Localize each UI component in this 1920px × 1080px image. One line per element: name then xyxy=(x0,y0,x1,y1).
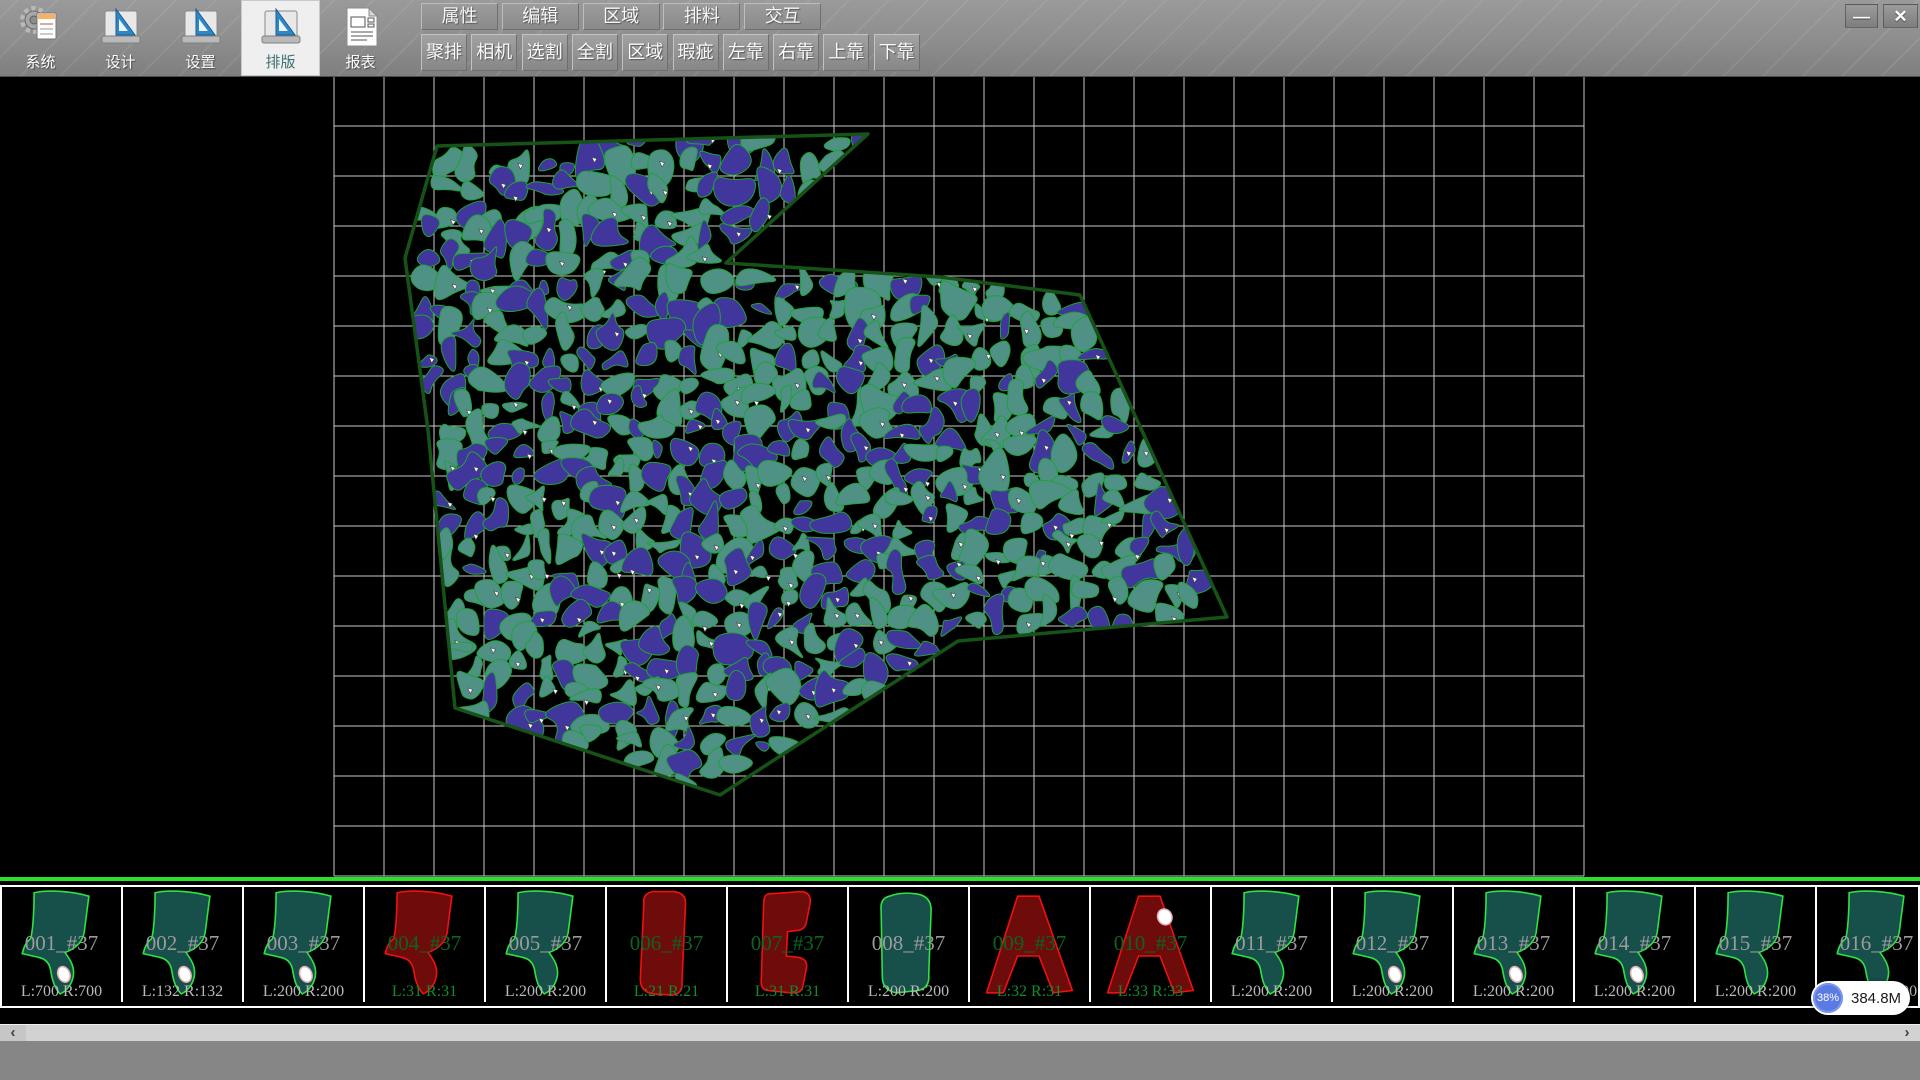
minimize-button[interactable]: — xyxy=(1845,4,1878,28)
piece-quantity: L:32 R:31 xyxy=(970,983,1089,1001)
ruler-icon xyxy=(177,3,225,53)
thumbnail-cell[interactable]: 012_#37 L:200 R:200 xyxy=(1333,887,1454,1002)
close-button[interactable]: ✕ xyxy=(1883,4,1918,28)
toolbar-button-3[interactable]: 设置 xyxy=(161,0,240,76)
menu-tab-5[interactable]: 交互 xyxy=(744,3,821,30)
piece-name: 003_#37 xyxy=(244,931,363,956)
thumbnail-cell[interactable]: 007_#37 L:31 R:31 xyxy=(728,887,849,1002)
piece-name: 013_#37 xyxy=(1454,931,1573,956)
menu-tab-3[interactable]: 区域 xyxy=(583,3,660,30)
thumbnail-cell[interactable]: 004_#37 L:31 R:31 xyxy=(365,887,486,1002)
piece-name: 002_#37 xyxy=(123,931,242,956)
tool-button-5[interactable]: 区域 xyxy=(622,34,668,71)
piece-quantity: L:132 R:132 xyxy=(123,983,242,1001)
piece-name: 010_#37 xyxy=(1091,931,1210,956)
nested-pieces xyxy=(401,118,1216,791)
piece-quantity: L:31 R:31 xyxy=(728,983,847,1001)
tool-button-6[interactable]: 瑕疵 xyxy=(673,34,719,71)
tool-button-4[interactable]: 全割 xyxy=(572,34,618,71)
thumbnail-cell[interactable]: 006_#37 L:21 R:21 xyxy=(607,887,728,1002)
toolbar-button-label: 设置 xyxy=(185,53,215,73)
status-bar xyxy=(0,1041,1920,1080)
toolbar-button-1[interactable]: 系统 xyxy=(1,0,80,76)
piece-quantity: L:200 R:200 xyxy=(1575,983,1694,1001)
piece-quantity: L:33 R:33 xyxy=(1091,983,1210,1001)
piece-quantity: L:200 R:200 xyxy=(849,983,968,1001)
toolbar-button-label: 报表 xyxy=(345,53,375,73)
toolbar: 系统 设计 设置 排版 报表 属性编辑区域排料交互聚排相机选割全割区域瑕疵左靠右… xyxy=(0,0,1920,77)
piece-thumbnail-strip: 001_#37 L:700 R:700 002_#37 L:132 R:132 … xyxy=(0,877,1920,1004)
thumbnail-cell[interactable]: 014_#37 L:200 R:200 xyxy=(1575,887,1696,1002)
menu-tab-4[interactable]: 排料 xyxy=(663,3,740,30)
menu-tab-2[interactable]: 编辑 xyxy=(502,3,579,30)
piece-quantity: L:700 R:700 xyxy=(2,983,121,1001)
thumbnail-cell[interactable]: 010_#37 L:33 R:33 xyxy=(1091,887,1212,1002)
nesting-canvas[interactable] xyxy=(0,77,1920,877)
tool-button-2[interactable]: 相机 xyxy=(471,34,517,71)
piece-name: 006_#37 xyxy=(607,931,726,956)
report-icon xyxy=(337,3,385,53)
piece-name: 016_#37 xyxy=(1817,931,1920,956)
thumbnail-cell[interactable]: 003_#37 L:200 R:200 xyxy=(244,887,365,1002)
ruler-icon xyxy=(257,3,305,53)
piece-quantity: L:200 R:200 xyxy=(1212,983,1331,1001)
tool-button-3[interactable]: 选割 xyxy=(522,34,568,71)
scroll-right-icon[interactable]: › xyxy=(1894,1025,1920,1042)
thumbnail-cell[interactable]: 013_#37 L:200 R:200 xyxy=(1454,887,1575,1002)
horizontal-scrollbar[interactable]: ‹ › xyxy=(0,1024,1920,1042)
memory-usage-label: 384.8M xyxy=(1851,990,1901,1007)
tool-button-7[interactable]: 左靠 xyxy=(723,34,769,71)
toolbar-button-5[interactable]: 报表 xyxy=(321,0,400,76)
thumbnail-cell[interactable]: 008_#37 L:200 R:200 xyxy=(849,887,970,1002)
tool-button-1[interactable]: 聚排 xyxy=(421,34,467,71)
piece-name: 015_#37 xyxy=(1696,931,1815,956)
piece-quantity: L:31 R:31 xyxy=(365,983,484,1001)
thumbnail-cell[interactable]: 002_#37 L:132 R:132 xyxy=(123,887,244,1002)
piece-name: 004_#37 xyxy=(365,931,484,956)
piece-name: 005_#37 xyxy=(486,931,605,956)
thumbnail-cell[interactable]: 011_#37 L:200 R:200 xyxy=(1212,887,1333,1002)
piece-name: 011_#37 xyxy=(1212,931,1331,956)
thumbnail-cell[interactable]: 015_#37 L:200 R:200 xyxy=(1696,887,1817,1002)
toolbar-button-label: 设计 xyxy=(105,53,135,73)
ruler-icon xyxy=(97,3,145,53)
thumbnail-cell[interactable]: 009_#37 L:32 R:31 xyxy=(970,887,1091,1002)
piece-name: 008_#37 xyxy=(849,931,968,956)
tool-button-8[interactable]: 右靠 xyxy=(773,34,819,71)
toolbar-button-label: 排版 xyxy=(265,53,295,73)
tool-button-10[interactable]: 下靠 xyxy=(874,34,920,71)
piece-name: 012_#37 xyxy=(1333,931,1452,956)
thumbnail-list: 001_#37 L:700 R:700 002_#37 L:132 R:132 … xyxy=(0,885,1920,1008)
menu-tab-1[interactable]: 属性 xyxy=(421,3,498,30)
thumbnail-cell[interactable]: 005_#37 L:200 R:200 xyxy=(486,887,607,1002)
application-window: 系统 设计 设置 排版 报表 属性编辑区域排料交互聚排相机选割全割区域瑕疵左靠右… xyxy=(0,0,1920,1080)
piece-name: 014_#37 xyxy=(1575,931,1694,956)
piece-quantity: L:21 R:21 xyxy=(607,983,726,1001)
piece-quantity: L:200 R:200 xyxy=(1454,983,1573,1001)
progress-percent-badge: 38% xyxy=(1813,983,1843,1013)
toolbar-button-2[interactable]: 设计 xyxy=(81,0,160,76)
toolbar-button-4[interactable]: 排版 xyxy=(241,0,320,76)
gear-doc-icon xyxy=(17,3,65,53)
piece-quantity: L:200 R:200 xyxy=(486,983,605,1001)
thumbnail-cell[interactable]: 001_#37 L:700 R:700 xyxy=(2,887,123,1002)
piece-name: 009_#37 xyxy=(970,931,1089,956)
piece-name: 007_#37 xyxy=(728,931,847,956)
tool-button-9[interactable]: 上靠 xyxy=(823,34,869,71)
scroll-left-icon[interactable]: ‹ xyxy=(0,1025,26,1042)
progress-badge: 38% 384.8M xyxy=(1811,981,1910,1015)
piece-quantity: L:200 R:200 xyxy=(1696,983,1815,1001)
piece-name: 001_#37 xyxy=(2,931,121,956)
piece-quantity: L:200 R:200 xyxy=(1333,983,1452,1001)
piece-quantity: L:200 R:200 xyxy=(244,983,363,1001)
nesting-drawing xyxy=(0,77,1920,877)
toolbar-button-label: 系统 xyxy=(25,53,55,73)
